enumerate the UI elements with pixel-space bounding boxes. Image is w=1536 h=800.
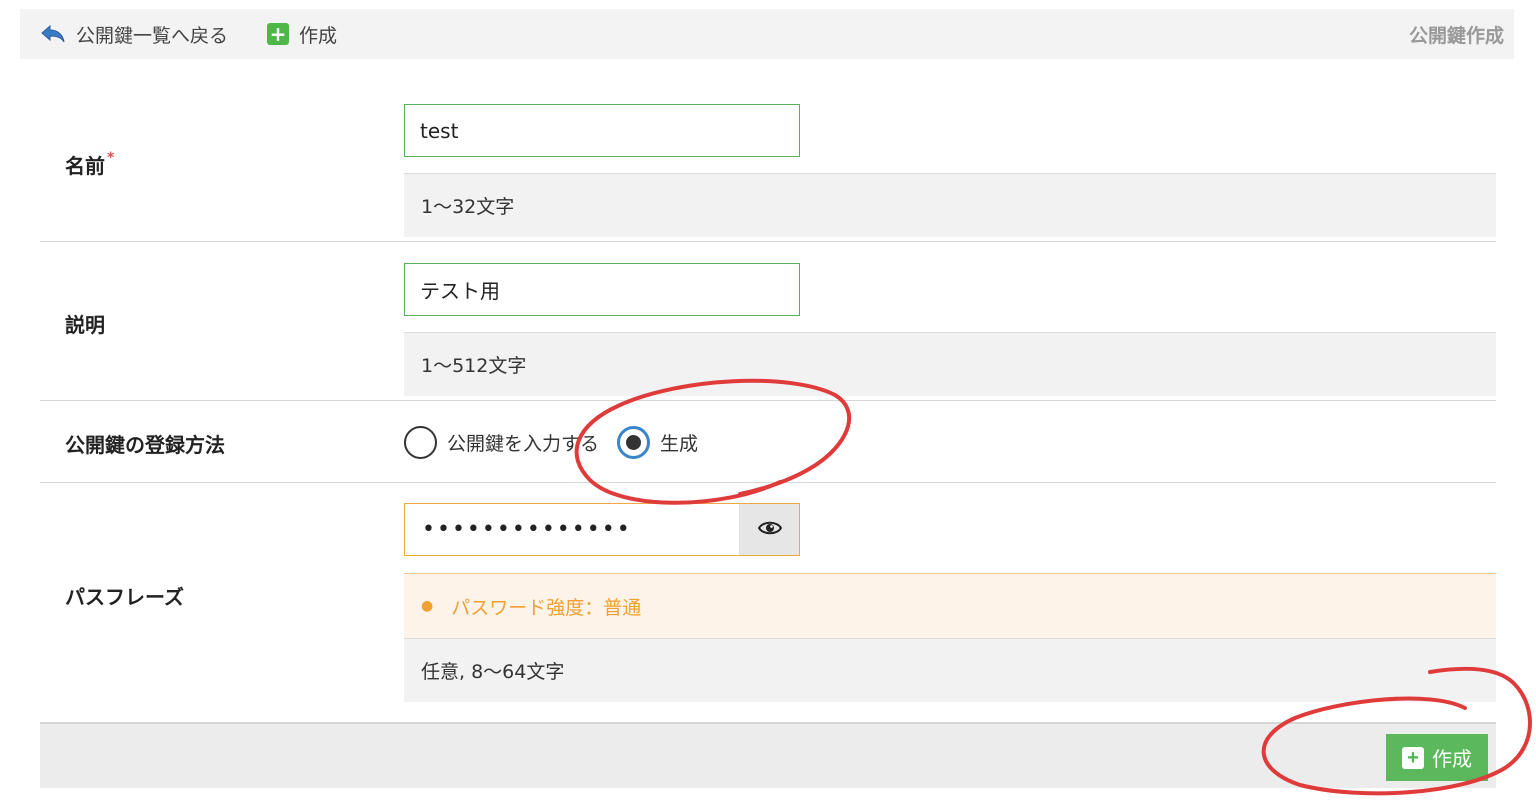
divider xyxy=(40,400,1496,401)
description-hint: 1〜512文字 xyxy=(404,332,1496,396)
plus-icon: + xyxy=(1402,746,1424,769)
divider xyxy=(40,241,1496,242)
radio-label-generate: 生成 xyxy=(660,432,699,455)
toggle-visibility-button[interactable] xyxy=(739,504,799,555)
back-arrow-icon xyxy=(40,24,66,44)
toolbar-create-button[interactable]: + 作成 xyxy=(267,9,337,59)
radio-generate[interactable]: 生成 xyxy=(617,425,699,459)
toolbar: 公開鍵一覧へ戻る + 作成 公開鍵作成 xyxy=(20,9,1514,59)
name-label-text: 名前 xyxy=(65,154,105,178)
submit-label: 作成 xyxy=(1432,749,1472,771)
passphrase-input[interactable] xyxy=(405,504,739,555)
form-footer: + 作成 xyxy=(40,722,1496,788)
page-title: 公開鍵作成 xyxy=(1408,24,1504,47)
radio-label-input: 公開鍵を入力する xyxy=(447,432,600,455)
registration-method-radio-group: 公開鍵を入力する 生成 xyxy=(404,424,698,460)
divider xyxy=(40,482,1496,483)
plus-icon: + xyxy=(267,23,289,45)
required-mark: * xyxy=(107,150,115,166)
password-strength-notice: ● パスワード強度：普通 xyxy=(404,573,1496,638)
back-label: 公開鍵一覧へ戻る xyxy=(76,24,229,47)
eye-icon xyxy=(757,520,782,540)
description-input[interactable] xyxy=(404,263,800,316)
passphrase-label: パスフレーズ xyxy=(65,585,184,609)
toolbar-create-label: 作成 xyxy=(299,24,338,47)
description-label: 説明 xyxy=(65,313,105,337)
passphrase-field xyxy=(404,503,800,556)
radio-input-public-key[interactable]: 公開鍵を入力する xyxy=(404,425,600,459)
password-strength-text: パスワード強度：普通 xyxy=(451,596,642,619)
radio-circle-selected xyxy=(617,425,651,459)
passphrase-hint: 任意, 8〜64文字 xyxy=(404,638,1496,702)
registration-method-label: 公開鍵の登録方法 xyxy=(65,433,225,457)
radio-circle xyxy=(404,425,437,459)
back-to-list-link[interactable]: 公開鍵一覧へ戻る xyxy=(40,9,228,59)
name-input[interactable] xyxy=(404,104,800,157)
page: 公開鍵一覧へ戻る + 作成 公開鍵作成 名前* 1〜32文字 説明 1〜512文… xyxy=(0,0,1536,800)
name-hint: 1〜32文字 xyxy=(404,173,1496,237)
bullet-icon: ● xyxy=(421,598,434,614)
create-submit-button[interactable]: + 作成 xyxy=(1386,734,1488,781)
name-label: 名前 * xyxy=(65,150,114,179)
